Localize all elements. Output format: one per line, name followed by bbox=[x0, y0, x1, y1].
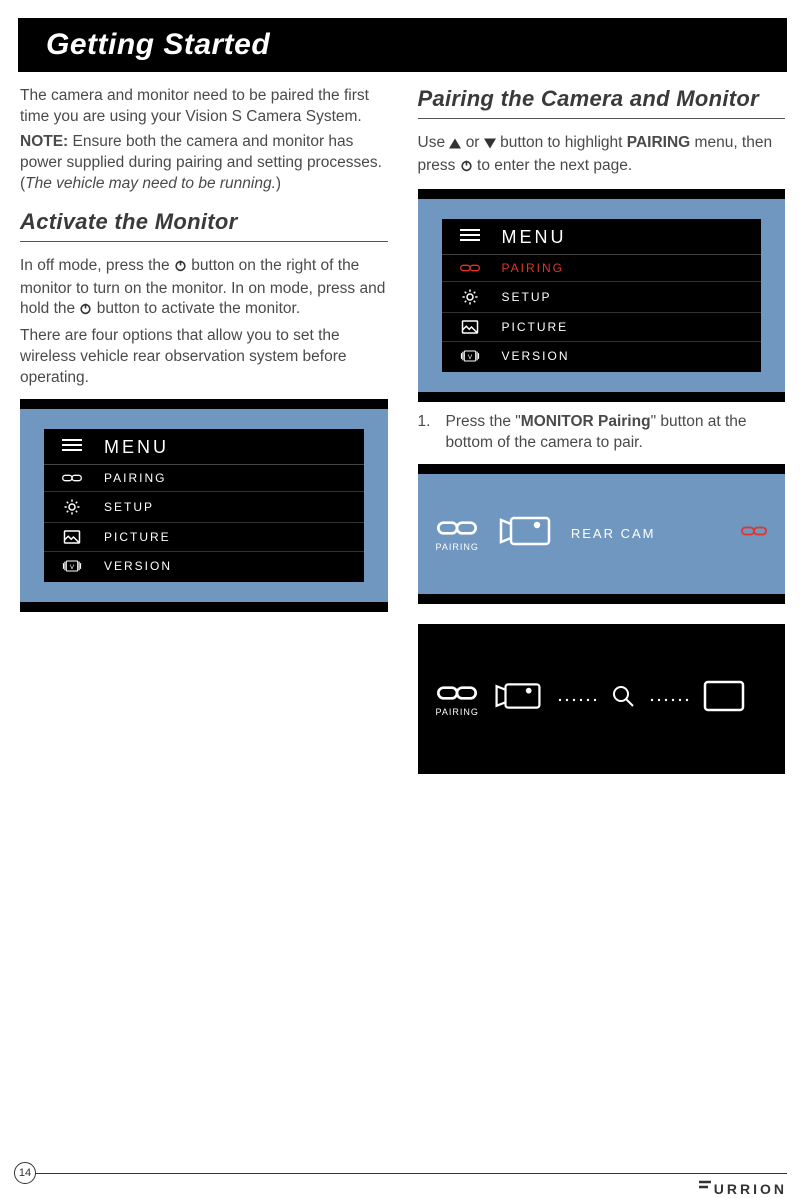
menu-item-picture: PICTURE bbox=[442, 313, 762, 342]
power-icon bbox=[460, 158, 473, 179]
menu-label: VERSION bbox=[104, 559, 172, 573]
text-fragment: button to highlight bbox=[500, 134, 627, 151]
menu-label: PICTURE bbox=[502, 320, 569, 334]
brand-text: URRION bbox=[714, 1181, 787, 1197]
menu-item-version: V VERSION bbox=[44, 552, 364, 582]
text-fragment: In off mode, press the bbox=[20, 257, 174, 274]
version-icon: V bbox=[62, 558, 82, 574]
pairing-heading: Pairing the Camera and Monitor bbox=[418, 86, 786, 112]
menu-item-setup: SETUP bbox=[442, 282, 762, 313]
power-icon bbox=[79, 301, 92, 322]
note-label: NOTE: bbox=[20, 133, 68, 150]
screen-bezel: MENU PAIRING SETUP bbox=[20, 409, 388, 602]
text-fragment: or bbox=[466, 134, 484, 151]
menu-item-setup: SETUP bbox=[44, 492, 364, 523]
version-icon: V bbox=[460, 348, 480, 364]
brand-logo: URRION bbox=[698, 1180, 787, 1197]
menu-item-pairing: PAIRING bbox=[44, 465, 364, 492]
svg-text:V: V bbox=[70, 564, 75, 571]
link-icon bbox=[62, 471, 82, 485]
gear-icon bbox=[460, 288, 480, 306]
menu-title: MENU bbox=[502, 227, 567, 248]
down-triangle-icon bbox=[484, 135, 496, 156]
up-triangle-icon bbox=[449, 135, 461, 156]
svg-text:V: V bbox=[467, 354, 472, 361]
text-fragment: to enter the next page. bbox=[477, 157, 632, 174]
pairing-icon-block: PAIRING bbox=[436, 516, 479, 552]
menu-header: MENU bbox=[442, 219, 762, 255]
text-fragment: button to activate the monitor. bbox=[97, 300, 300, 317]
pairing-label: PAIRING bbox=[436, 707, 479, 717]
menu-screen: MENU PAIRING SETUP bbox=[44, 429, 364, 582]
pairing-intro: Use or button to highlight PAIRING menu,… bbox=[418, 133, 786, 179]
right-column: Pairing the Camera and Monitor Use or bu… bbox=[418, 86, 786, 774]
page-title: Getting Started bbox=[46, 28, 759, 62]
menu-label: VERSION bbox=[502, 349, 570, 363]
menu-screen: MENU PAIRING SETUP bbox=[442, 219, 762, 372]
activate-p1: In off mode, press the button on the rig… bbox=[20, 256, 388, 323]
intro-paragraph: The camera and monitor need to be paired… bbox=[20, 86, 388, 128]
brand-f-icon bbox=[698, 1180, 712, 1197]
link-icon bbox=[437, 681, 477, 705]
rear-cam-label: REAR CAM bbox=[571, 526, 656, 541]
pairing-label: PAIRING bbox=[436, 542, 479, 552]
menu-screenshot-selected: MENU PAIRING SETUP bbox=[418, 189, 786, 402]
text-bold: MONITOR Pairing bbox=[521, 413, 651, 430]
link-icon bbox=[460, 261, 480, 275]
dots-icon bbox=[649, 690, 689, 708]
monitor-icon bbox=[703, 680, 745, 717]
page-footer: 14 URRION bbox=[18, 1173, 787, 1174]
note-paragraph: NOTE: Ensure both the camera and monitor… bbox=[20, 132, 388, 195]
camera-icon bbox=[493, 677, 543, 720]
pairing-icon-block: PAIRING bbox=[436, 681, 479, 717]
left-column: The camera and monitor need to be paired… bbox=[20, 86, 388, 774]
pairing-rearcam-screenshot: PAIRING REAR CAM bbox=[418, 464, 786, 604]
menu-label: SETUP bbox=[104, 500, 154, 514]
gear-icon bbox=[62, 498, 82, 516]
picture-icon bbox=[62, 529, 82, 545]
menu-item-pairing-selected: PAIRING bbox=[442, 255, 762, 282]
content-columns: The camera and monitor need to be paired… bbox=[0, 72, 805, 774]
text-bold: PAIRING bbox=[627, 134, 690, 151]
note-close: ) bbox=[276, 175, 281, 192]
page-header: Getting Started bbox=[18, 18, 787, 72]
activate-heading: Activate the Monitor bbox=[20, 209, 388, 235]
divider bbox=[20, 241, 388, 242]
link-icon-red bbox=[741, 523, 767, 544]
divider bbox=[418, 118, 786, 119]
menu-item-picture: PICTURE bbox=[44, 523, 364, 552]
screen-bezel: PAIRING bbox=[418, 634, 786, 764]
step-1: 1. Press the "MONITOR Pairing" button at… bbox=[418, 412, 786, 454]
menu-title: MENU bbox=[104, 437, 169, 458]
step-text: Press the "MONITOR Pairing" button at th… bbox=[446, 412, 786, 454]
picture-icon bbox=[460, 319, 480, 335]
menu-item-version: V VERSION bbox=[442, 342, 762, 372]
menu-screenshot: MENU PAIRING SETUP bbox=[20, 399, 388, 612]
note-italic: The vehicle may need to be running. bbox=[25, 175, 276, 192]
menu-header: MENU bbox=[44, 429, 364, 465]
screen-bezel: MENU PAIRING SETUP bbox=[418, 199, 786, 392]
page-number: 14 bbox=[14, 1162, 36, 1184]
power-icon bbox=[174, 258, 187, 279]
pairing-screen: PAIRING REAR CAM bbox=[418, 474, 786, 594]
text-fragment: Press the " bbox=[446, 413, 521, 430]
activate-p2: There are four options that allow you to… bbox=[20, 326, 388, 389]
menu-label: PAIRING bbox=[502, 261, 564, 275]
step-number: 1. bbox=[418, 412, 436, 454]
menu-label: PICTURE bbox=[104, 530, 171, 544]
pairing-search-screenshot: PAIRING bbox=[418, 624, 786, 774]
text-fragment: Use bbox=[418, 134, 450, 151]
link-icon bbox=[437, 516, 477, 540]
menu-label: PAIRING bbox=[104, 471, 166, 485]
menu-label: SETUP bbox=[502, 290, 552, 304]
search-icon bbox=[611, 684, 635, 713]
camera-icon bbox=[497, 510, 553, 557]
dots-icon bbox=[557, 690, 597, 708]
hamburger-icon bbox=[62, 438, 82, 457]
hamburger-icon bbox=[460, 228, 480, 247]
search-screen: PAIRING bbox=[418, 634, 786, 764]
